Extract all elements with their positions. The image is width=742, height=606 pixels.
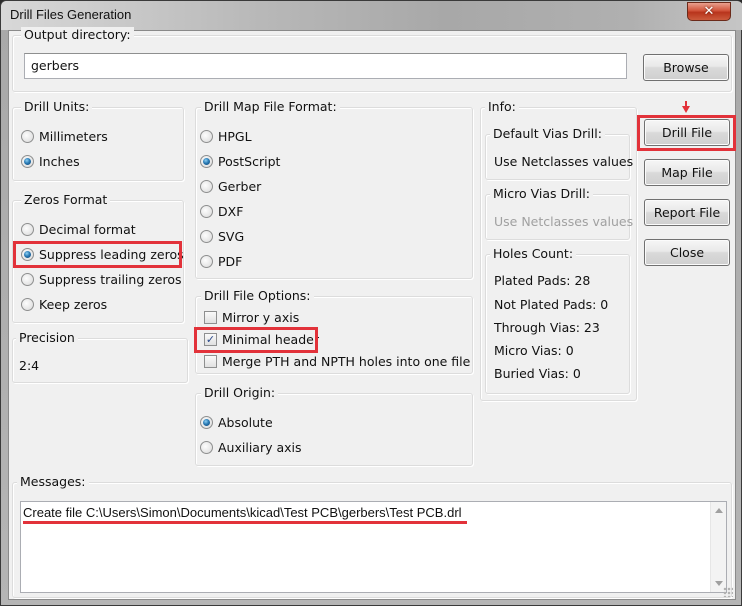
messages-textarea[interactable]: Create file C:\Users\Simon\Documents\kic… — [20, 501, 727, 593]
drill-origin-label: Drill Origin: — [201, 385, 279, 400]
plated-pads-count: Plated Pads: 28 — [494, 273, 591, 288]
radio-button-checked[interactable] — [200, 416, 213, 429]
radio-absolute[interactable]: Absolute — [200, 415, 273, 430]
title-bar[interactable]: Drill Files Generation ✕ — [1, 1, 742, 30]
radio-button[interactable] — [21, 223, 34, 236]
radio-label: PDF — [218, 254, 243, 269]
radio-hpgl[interactable]: HPGL — [200, 129, 252, 144]
precision-label: Precision — [16, 330, 78, 345]
checkbox-mirror-y-axis[interactable]: Mirror y axis — [204, 310, 299, 325]
default-vias-drill-label: Default Vias Drill: — [490, 126, 605, 141]
radio-button-checked[interactable] — [21, 248, 34, 261]
radio-pdf[interactable]: PDF — [200, 254, 242, 269]
radio-button[interactable] — [200, 205, 213, 218]
message-line: Create file C:\Users\Simon\Documents\kic… — [23, 505, 462, 520]
radio-label: Gerber — [218, 179, 262, 194]
radio-button[interactable] — [200, 441, 213, 454]
radio-button[interactable] — [200, 130, 213, 143]
drill-files-dialog: Drill Files Generation ✕ Output director… — [0, 0, 742, 606]
buried-vias-count: Buried Vias: 0 — [494, 366, 581, 381]
checkbox[interactable] — [204, 311, 217, 324]
checkbox-minimal-header[interactable]: ✓ Minimal header — [204, 332, 319, 347]
precision-value: 2:4 — [19, 358, 40, 373]
radio-keep-zeros[interactable]: Keep zeros — [21, 297, 107, 312]
close-icon: ✕ — [703, 4, 715, 19]
radio-label: Suppress leading zeros — [39, 247, 184, 262]
checkbox-label: Mirror y axis — [222, 310, 300, 325]
annotation-underline-message — [23, 521, 467, 524]
checkbox-checked[interactable]: ✓ — [204, 333, 217, 346]
radio-label: HPGL — [218, 129, 252, 144]
radio-button[interactable] — [21, 273, 34, 286]
messages-scrollbar[interactable] — [710, 502, 726, 592]
checkbox-label: Minimal header — [222, 332, 319, 347]
dialog-body: Output directory: gerbers Browse Drill U… — [8, 27, 736, 600]
zeros-format-label: Zeros Format — [21, 192, 111, 207]
radio-decimal-format[interactable]: Decimal format — [21, 222, 136, 237]
checkbox-label: Merge PTH and NPTH holes into one file — [222, 354, 471, 369]
radio-button-checked[interactable] — [21, 155, 34, 168]
window-title: Drill Files Generation — [10, 7, 132, 22]
radio-button[interactable] — [200, 255, 213, 268]
drill-file-options-label: Drill File Options: — [201, 288, 314, 303]
through-vias-count: Through Vias: 23 — [494, 320, 600, 335]
scroll-up-icon[interactable] — [715, 508, 723, 513]
annotation-arrow-icon — [682, 106, 690, 113]
micro-vias-drill-value: Use Netclasses values — [494, 214, 634, 229]
radio-label: PostScript — [218, 154, 281, 169]
micro-vias-count: Micro Vias: 0 — [494, 343, 574, 358]
report-file-button[interactable]: Report File — [644, 199, 730, 226]
output-directory-value: gerbers — [31, 58, 80, 73]
radio-svg[interactable]: SVG — [200, 229, 244, 244]
default-vias-drill-value: Use Netclasses values — [494, 154, 634, 169]
radio-millimeters[interactable]: Millimeters — [21, 129, 108, 144]
radio-button[interactable] — [200, 230, 213, 243]
radio-button[interactable] — [21, 298, 34, 311]
radio-label: Absolute — [218, 415, 273, 430]
radio-label: SVG — [218, 229, 245, 244]
drill-units-label: Drill Units: — [21, 99, 93, 114]
checkbox[interactable] — [204, 355, 217, 368]
close-button[interactable]: Close — [644, 239, 730, 266]
output-directory-input[interactable]: gerbers — [24, 53, 627, 79]
radio-button-checked[interactable] — [200, 155, 213, 168]
radio-label: Inches — [39, 154, 80, 169]
browse-button[interactable]: Browse — [643, 54, 729, 81]
drill-units-group: Drill Units: — [12, 99, 184, 181]
micro-vias-drill-label: Micro Vias Drill: — [490, 186, 593, 201]
radio-suppress-trailing-zeros[interactable]: Suppress trailing zeros — [21, 272, 182, 287]
resize-grip-icon[interactable] — [723, 587, 733, 597]
holes-count-label: Holes Count: — [490, 246, 577, 261]
info-label: Info: — [485, 99, 519, 114]
not-plated-pads-count: Not Plated Pads: 0 — [494, 297, 609, 312]
radio-label: Millimeters — [39, 129, 108, 144]
radio-label: Suppress trailing zeros — [39, 272, 182, 287]
drill-file-button[interactable]: Drill File — [644, 119, 730, 146]
messages-label: Messages: — [17, 474, 89, 489]
checkbox-merge-pth-npth[interactable]: Merge PTH and NPTH holes into one file — [204, 354, 470, 369]
radio-gerber[interactable]: Gerber — [200, 179, 261, 194]
radio-button[interactable] — [200, 180, 213, 193]
map-file-button[interactable]: Map File — [644, 159, 730, 186]
radio-label: DXF — [218, 204, 244, 219]
output-directory-label: Output directory: — [21, 27, 134, 42]
radio-dxf[interactable]: DXF — [200, 204, 243, 219]
radio-label: Decimal format — [39, 222, 136, 237]
radio-button[interactable] — [21, 130, 34, 143]
scroll-down-icon[interactable] — [715, 581, 723, 586]
radio-postscript[interactable]: PostScript — [200, 154, 280, 169]
checkmark-icon: ✓ — [205, 333, 216, 346]
drill-map-format-label: Drill Map File Format: — [201, 99, 340, 114]
radio-suppress-leading-zeros[interactable]: Suppress leading zeros — [21, 247, 184, 262]
radio-inches[interactable]: Inches — [21, 154, 80, 169]
radio-auxiliary-axis[interactable]: Auxiliary axis — [200, 440, 302, 455]
radio-label: Keep zeros — [39, 297, 108, 312]
window-close-button[interactable]: ✕ — [687, 2, 731, 21]
radio-label: Auxiliary axis — [218, 440, 302, 455]
